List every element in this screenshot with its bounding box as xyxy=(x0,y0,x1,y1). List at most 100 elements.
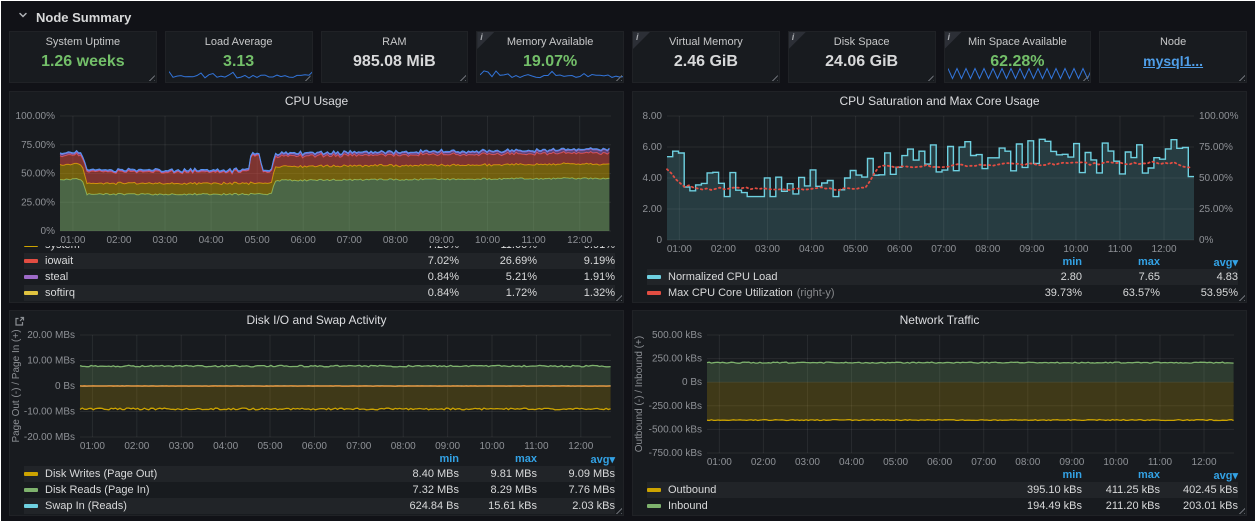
svg-text:10:00: 10:00 xyxy=(1063,244,1088,255)
svg-text:12:00: 12:00 xyxy=(1152,244,1177,255)
legend-row-normalized-cpu-load[interactable]: Normalized CPU Load2.807.654.83 xyxy=(647,269,1238,285)
legend-label: steal xyxy=(45,271,68,283)
legend-max-value: 11.00% xyxy=(459,246,537,251)
legend-max-value: 211.20 kBs xyxy=(1082,500,1160,512)
stat-title[interactable]: Load Average xyxy=(166,36,312,48)
legend-max-value: 8.29 MBs xyxy=(459,484,537,496)
legend-row-disk-writes-page-out[interactable]: Disk Writes (Page Out)8.40 MBs9.81 MBs9.… xyxy=(24,466,615,482)
svg-text:11:00: 11:00 xyxy=(1108,244,1133,255)
panel-link-icon[interactable] xyxy=(14,314,25,332)
legend-min-value: 0.84% xyxy=(381,271,459,283)
legend-swatch xyxy=(647,504,661,508)
stats-row: System Uptime1.26 weeksLoad Average3.13R… xyxy=(9,31,1247,83)
panel-title-disk-io[interactable]: Disk I/O and Swap Activity xyxy=(10,311,623,329)
legend-sort-min[interactable]: min xyxy=(1004,256,1082,268)
stat-title[interactable]: System Uptime xyxy=(10,36,156,48)
svg-text:03:00: 03:00 xyxy=(153,235,178,246)
svg-text:03:00: 03:00 xyxy=(795,457,820,468)
stat-title[interactable]: Node xyxy=(1100,36,1246,48)
stat-title[interactable]: Memory Available xyxy=(477,36,623,48)
svg-text:Outbound (-) / Inbound (+): Outbound (-) / Inbound (+) xyxy=(634,336,645,452)
disk-io-chart[interactable]: 20.00 MBs10.00 MBs0 Bs-10.00 MBs-20.00 M… xyxy=(10,329,623,452)
cpu-usage-chart[interactable]: 100.00%75.00%50.00%25.00%0%01:0002:0003:… xyxy=(10,110,623,246)
chevron-down-icon xyxy=(17,8,29,26)
legend-avg-value: 7.76 MBs xyxy=(537,484,615,496)
legend-header-row: minmaxavg▾ xyxy=(24,452,615,466)
panel-resize-handle[interactable] xyxy=(926,73,934,81)
node-link[interactable]: mysql1... xyxy=(1100,53,1246,69)
legend-sort-min[interactable]: min xyxy=(1004,469,1082,481)
svg-text:500.00 kBs: 500.00 kBs xyxy=(652,330,702,341)
legend-row-steal[interactable]: steal0.84%5.21%1.91% xyxy=(24,269,615,285)
stat-title[interactable]: RAM xyxy=(322,36,468,48)
legend-avg-value: 9.09 MBs xyxy=(537,468,615,480)
panel-resize-handle[interactable] xyxy=(770,73,778,81)
svg-text:-500.00 kBs: -500.00 kBs xyxy=(649,424,702,435)
svg-text:08:00: 08:00 xyxy=(975,244,1000,255)
panel-title-cpu-usage[interactable]: CPU Usage xyxy=(10,92,623,110)
legend-sort-max[interactable]: max xyxy=(459,453,537,465)
legend-max-value: 9.81 MBs xyxy=(459,468,537,480)
svg-text:02:00: 02:00 xyxy=(751,457,776,468)
legend-sort-avg[interactable]: avg▾ xyxy=(1160,256,1238,269)
legend-row-iowait[interactable]: iowait7.02%26.69%9.19% xyxy=(24,253,615,269)
legend-table: minmaxavg▾Normalized CPU Load2.807.654.8… xyxy=(647,255,1238,301)
legend-sort-avg[interactable]: avg▾ xyxy=(537,453,615,466)
legend-row-system[interactable]: system7.20%11.00%9.91% xyxy=(24,246,615,253)
legend-max-value: 7.65 xyxy=(1082,271,1160,283)
legend-row-disk-reads-page-in[interactable]: Disk Reads (Page In)7.32 MBs8.29 MBs7.76… xyxy=(24,482,615,498)
svg-text:11:00: 11:00 xyxy=(524,441,549,452)
legend-row-softirq[interactable]: softirq0.84%1.72%1.32% xyxy=(24,285,615,301)
panel-cpu-usage: CPU Usage 100.00%75.00%50.00%25.00%0%01:… xyxy=(9,91,624,303)
row-header-node-summary[interactable]: Node Summary xyxy=(9,3,1247,31)
panel-title-cpu-saturation[interactable]: CPU Saturation and Max Core Usage xyxy=(633,92,1246,110)
legend-avg-value: 203.01 kBs xyxy=(1160,500,1238,512)
sort-arrow-icon: ▾ xyxy=(1232,257,1238,269)
panel-resize-handle[interactable] xyxy=(458,73,466,81)
legend-avg-value: 402.45 kBs xyxy=(1160,484,1238,496)
legend-sort-max[interactable]: max xyxy=(1082,469,1160,481)
stat-title[interactable]: Disk Space xyxy=(789,36,935,48)
legend-swatch xyxy=(647,291,661,295)
legend-row-outbound[interactable]: Outbound395.10 kBs411.25 kBs402.45 kBs xyxy=(647,482,1238,498)
svg-text:25.00%: 25.00% xyxy=(21,197,55,208)
stat-title[interactable]: Min Space Available xyxy=(945,36,1091,48)
legend-min-value: 7.32 MBs xyxy=(381,484,459,496)
cpu_saturation-plot-svg: 8.006.004.002.000100.00%75.00%50.00%25.0… xyxy=(633,110,1246,255)
svg-text:-20.00 MBs: -20.00 MBs xyxy=(24,432,75,443)
network-traffic-chart[interactable]: 500.00 kBs250.00 kBs0 Bs-250.00 kBs-500.… xyxy=(633,329,1246,468)
stat-panel-load-average: Load Average 3.13 xyxy=(165,31,313,83)
legend-min-value: 624.84 Bs xyxy=(381,500,459,512)
legend-swatch xyxy=(24,275,38,279)
legend-min-value: 0.84% xyxy=(381,287,459,299)
legend-sort-max[interactable]: max xyxy=(1082,256,1160,268)
row-title: Node Summary xyxy=(36,10,131,25)
legend-max-value: 411.25 kBs xyxy=(1082,484,1160,496)
svg-text:75.00%: 75.00% xyxy=(1199,142,1233,153)
legend-avg-value: 9.19% xyxy=(537,255,615,267)
svg-text:01:00: 01:00 xyxy=(667,244,692,255)
cpu-saturation-chart[interactable]: 8.006.004.002.000100.00%75.00%50.00%25.0… xyxy=(633,110,1246,255)
stat-value: 3.13 xyxy=(166,53,312,71)
legend-label: Disk Writes (Page Out) xyxy=(45,468,157,480)
legend-sort-min[interactable]: min xyxy=(381,453,459,465)
legend-row-inbound[interactable]: Inbound194.49 kBs211.20 kBs203.01 kBs xyxy=(647,498,1238,514)
legend-label-suffix: (right-y) xyxy=(797,287,835,299)
svg-text:01:00: 01:00 xyxy=(60,235,85,246)
legend-swatch xyxy=(24,259,38,263)
svg-text:02:00: 02:00 xyxy=(124,441,149,452)
panel-resize-handle[interactable] xyxy=(147,73,155,81)
legend-max-value: 26.69% xyxy=(459,255,537,267)
network-plot-svg: 500.00 kBs250.00 kBs0 Bs-250.00 kBs-500.… xyxy=(633,329,1246,468)
legend-min-value: 7.20% xyxy=(381,246,459,251)
legend-label: Swap In (Reads) xyxy=(45,500,127,512)
panel-resize-handle[interactable] xyxy=(1237,73,1245,81)
legend-avg-value: 1.91% xyxy=(537,271,615,283)
legend-row-swap-in-reads[interactable]: Swap In (Reads)624.84 Bs15.61 kBs2.03 kB… xyxy=(24,498,615,514)
stat-title[interactable]: Virtual Memory xyxy=(633,36,779,48)
panel-title-network-traffic[interactable]: Network Traffic xyxy=(633,311,1246,329)
svg-text:250.00 kBs: 250.00 kBs xyxy=(652,354,702,365)
cpu-saturation-legend: minmaxavg▾Normalized CPU Load2.807.654.8… xyxy=(633,255,1246,302)
legend-row-max-cpu-core-utilization[interactable]: Max CPU Core Utilization(right-y)39.73%6… xyxy=(647,285,1238,301)
legend-sort-avg[interactable]: avg▾ xyxy=(1160,469,1238,482)
